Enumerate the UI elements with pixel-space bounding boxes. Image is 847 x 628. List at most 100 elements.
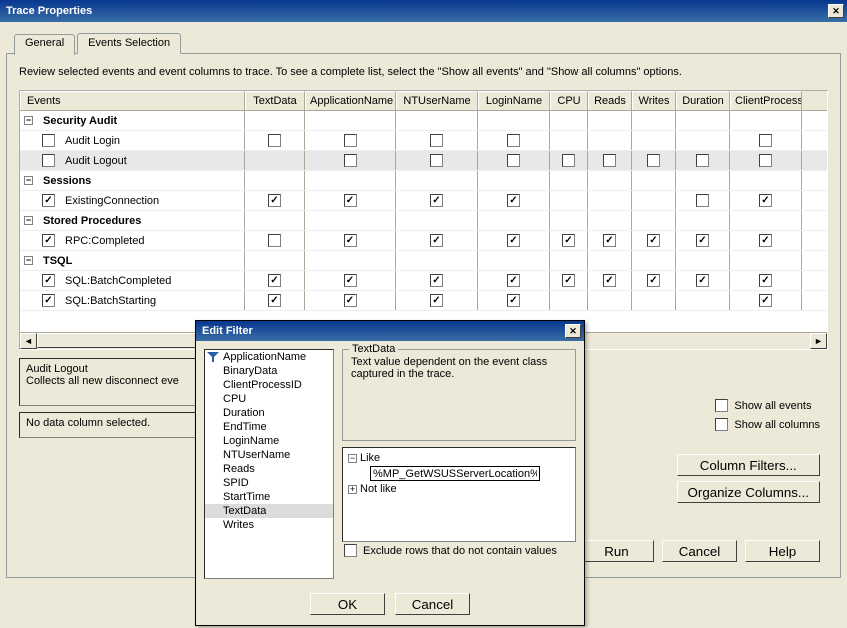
category-cell[interactable]: −Stored Procedures [20, 211, 245, 230]
col-header-textdata[interactable]: TextData [245, 91, 305, 110]
grid-cell[interactable] [396, 291, 478, 310]
cell-checkbox[interactable] [647, 234, 660, 247]
col-header-appname[interactable]: ApplicationName [305, 91, 396, 110]
collapse-icon[interactable]: − [24, 216, 33, 225]
category-cell[interactable]: −TSQL [20, 251, 245, 270]
collapse-icon[interactable]: − [24, 176, 33, 185]
cell-checkbox[interactable] [647, 274, 660, 287]
category-row[interactable]: −Stored Procedures [20, 211, 827, 231]
category-row[interactable]: −Sessions [20, 171, 827, 191]
cell-checkbox[interactable] [603, 154, 616, 167]
col-header-duration[interactable]: Duration [676, 91, 730, 110]
cell-checkbox[interactable] [430, 294, 443, 307]
category-row[interactable]: −TSQL [20, 251, 827, 271]
event-row-checkbox[interactable] [42, 194, 55, 207]
close-icon[interactable]: ✕ [828, 4, 844, 18]
cell-checkbox[interactable] [344, 154, 357, 167]
grid-cell[interactable] [245, 131, 305, 150]
show-all-events-option[interactable]: Show all events [715, 399, 820, 412]
grid-cell[interactable] [588, 191, 632, 210]
event-row-checkbox[interactable] [42, 154, 55, 167]
grid-cell[interactable] [588, 131, 632, 150]
grid-cell[interactable] [396, 151, 478, 170]
col-header-client[interactable]: ClientProcess [730, 91, 802, 110]
collapse-icon[interactable]: − [24, 256, 33, 265]
event-row[interactable]: RPC:Completed [20, 231, 827, 251]
grid-cell[interactable] [396, 231, 478, 250]
expand-icon[interactable]: + [348, 485, 357, 494]
grid-cell[interactable] [730, 271, 802, 290]
event-row[interactable]: SQL:BatchStarting [20, 291, 827, 311]
grid-cell[interactable] [478, 151, 550, 170]
event-row[interactable]: Audit Logout [20, 151, 827, 171]
cell-checkbox[interactable] [696, 234, 709, 247]
grid-cell[interactable] [550, 231, 588, 250]
column-list-item[interactable]: CPU [205, 392, 333, 406]
cell-checkbox[interactable] [603, 234, 616, 247]
organize-columns-button[interactable]: Organize Columns... [677, 481, 820, 503]
cell-checkbox[interactable] [507, 294, 520, 307]
grid-cell[interactable] [730, 131, 802, 150]
col-header-ntuser[interactable]: NTUserName [396, 91, 478, 110]
cell-checkbox[interactable] [562, 234, 575, 247]
column-list-item[interactable]: LoginName [205, 434, 333, 448]
cell-checkbox[interactable] [562, 274, 575, 287]
scroll-left-arrow[interactable]: ◄ [20, 333, 37, 349]
column-list-item[interactable]: ApplicationName [205, 350, 333, 364]
grid-cell[interactable] [305, 271, 396, 290]
grid-cell[interactable] [588, 151, 632, 170]
cell-checkbox[interactable] [344, 194, 357, 207]
grid-cell[interactable] [550, 131, 588, 150]
run-button[interactable]: Run [579, 540, 654, 562]
cell-checkbox[interactable] [507, 274, 520, 287]
event-name-cell[interactable]: Audit Login [20, 131, 245, 150]
ok-button[interactable]: OK [310, 593, 385, 615]
grid-cell[interactable] [478, 231, 550, 250]
cell-checkbox[interactable] [759, 294, 772, 307]
cell-checkbox[interactable] [562, 154, 575, 167]
grid-cell[interactable] [632, 131, 676, 150]
cell-checkbox[interactable] [344, 294, 357, 307]
cell-checkbox[interactable] [430, 154, 443, 167]
cell-checkbox[interactable] [759, 274, 772, 287]
column-list-item[interactable]: Reads [205, 462, 333, 476]
grid-cell[interactable] [305, 131, 396, 150]
grid-cell[interactable] [478, 271, 550, 290]
exclude-rows-option[interactable]: Exclude rows that do not contain values [342, 542, 576, 561]
cell-checkbox[interactable] [759, 234, 772, 247]
cell-checkbox[interactable] [268, 234, 281, 247]
grid-cell[interactable] [676, 131, 730, 150]
column-list-item[interactable]: Writes [205, 518, 333, 532]
event-name-cell[interactable]: SQL:BatchCompleted [20, 271, 245, 290]
cell-checkbox[interactable] [507, 134, 520, 147]
cell-checkbox[interactable] [268, 134, 281, 147]
tree-notlike-node[interactable]: + Not like [346, 482, 572, 496]
column-list-item[interactable]: BinaryData [205, 364, 333, 378]
grid-cell[interactable] [676, 271, 730, 290]
cancel-button[interactable]: Cancel [662, 540, 737, 562]
cell-checkbox[interactable] [430, 134, 443, 147]
event-row-checkbox[interactable] [42, 134, 55, 147]
grid-cell[interactable] [396, 131, 478, 150]
cell-checkbox[interactable] [507, 194, 520, 207]
grid-cell[interactable] [245, 271, 305, 290]
grid-cell[interactable] [730, 191, 802, 210]
event-name-cell[interactable]: Audit Logout [20, 151, 245, 170]
grid-cell[interactable] [245, 191, 305, 210]
tab-events-selection[interactable]: Events Selection [77, 33, 181, 54]
category-cell[interactable]: −Security Audit [20, 111, 245, 130]
grid-cell[interactable] [676, 191, 730, 210]
scroll-right-arrow[interactable]: ► [810, 333, 827, 349]
grid-cell[interactable] [550, 191, 588, 210]
grid-cell[interactable] [550, 291, 588, 310]
cell-checkbox[interactable] [507, 154, 520, 167]
grid-cell[interactable] [550, 271, 588, 290]
event-row[interactable]: SQL:BatchCompleted [20, 271, 827, 291]
grid-cell[interactable] [305, 151, 396, 170]
column-list-item[interactable]: EndTime [205, 420, 333, 434]
column-list-item[interactable]: NTUserName [205, 448, 333, 462]
grid-cell[interactable] [478, 291, 550, 310]
exclude-rows-checkbox[interactable] [344, 544, 357, 557]
cell-checkbox[interactable] [759, 194, 772, 207]
cell-checkbox[interactable] [268, 274, 281, 287]
